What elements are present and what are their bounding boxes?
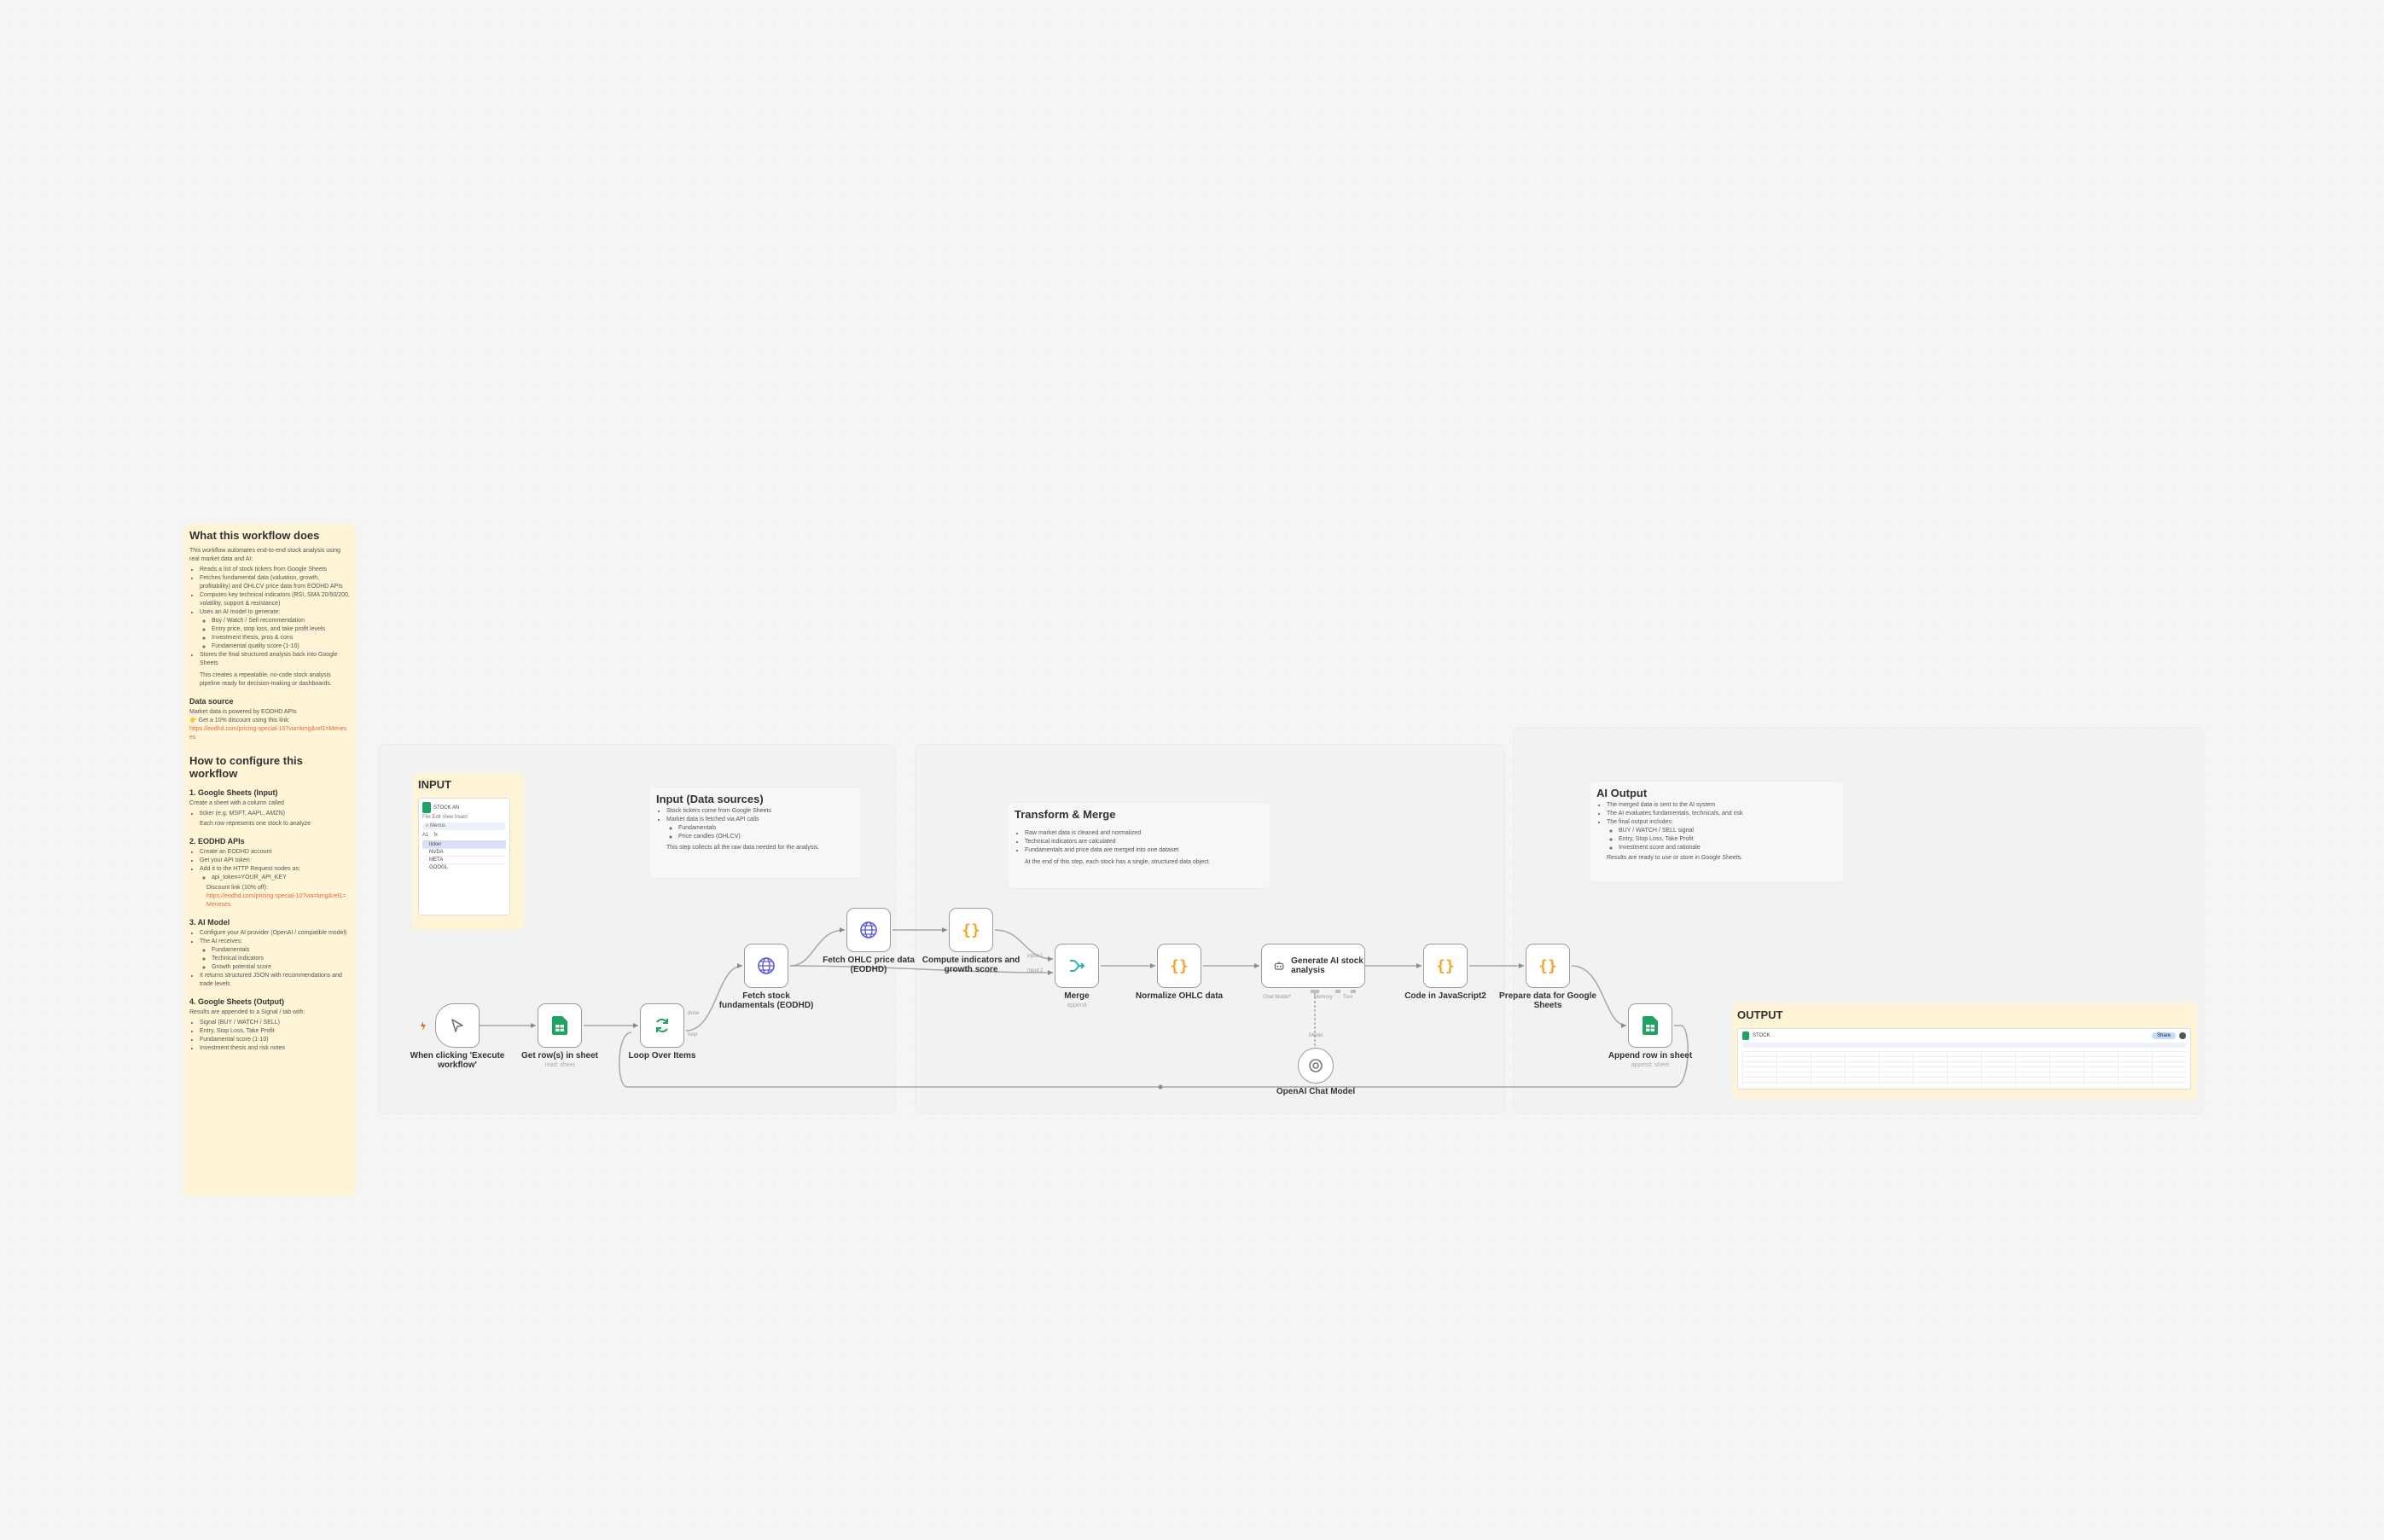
trigger-node-label: When clicking 'Execute workflow' bbox=[410, 1051, 505, 1070]
trigger-bolt-icon bbox=[421, 1021, 426, 1031]
refresh-icon bbox=[656, 1019, 668, 1032]
globe-icon bbox=[758, 957, 775, 974]
normalize-ohlc-node[interactable]: {} bbox=[1157, 944, 1201, 988]
arrow-head bbox=[531, 1023, 536, 1028]
loop-node-label: Loop Over Items bbox=[628, 1051, 696, 1061]
agent-port-chat-model: Chat Model* bbox=[1263, 995, 1292, 1000]
code-javascript-node[interactable]: {} bbox=[1423, 944, 1468, 988]
get-rows-node-subtitle: read: sheet bbox=[544, 1062, 575, 1068]
agent-port-tool: Tool bbox=[1343, 995, 1353, 1000]
edge-append-loop-back bbox=[619, 1025, 1689, 1088]
google-sheets-icon bbox=[1643, 1016, 1658, 1035]
code-braces-icon: {} bbox=[1170, 956, 1189, 975]
merge-icon bbox=[1070, 960, 1085, 972]
sub-port bbox=[1311, 990, 1319, 993]
prepare-data-node[interactable]: {} bbox=[1526, 944, 1570, 988]
arrow-head bbox=[1048, 956, 1053, 962]
openai-port-model: Model bbox=[1309, 1033, 1323, 1038]
merge-node-subtitle: append bbox=[1067, 1002, 1087, 1008]
code-braces-icon: {} bbox=[1436, 956, 1455, 975]
trigger-node[interactable] bbox=[435, 1003, 480, 1048]
google-sheets-icon bbox=[552, 1016, 567, 1035]
get-rows-node-label: Get row(s) in sheet bbox=[520, 1051, 598, 1061]
fetch-fundamentals-node-label: Fetch stock fundamentals (EODHD) bbox=[718, 991, 814, 1010]
generate-ai-analysis-node-label: Generate AI stock analysis bbox=[1291, 956, 1364, 975]
loop-port-loop: loop bbox=[688, 1032, 698, 1037]
merge-port-input2: Input 2 bbox=[1027, 968, 1044, 973]
loop-port-done: done bbox=[688, 1011, 700, 1016]
edge-midpoint bbox=[1158, 1084, 1163, 1090]
arrow-head bbox=[1254, 963, 1259, 968]
fetch-ohlc-node[interactable] bbox=[846, 908, 891, 952]
code-braces-icon: {} bbox=[962, 921, 980, 939]
arrow-head bbox=[1150, 963, 1155, 968]
arrow-head bbox=[1416, 963, 1422, 968]
prepare-data-node-label: Prepare data for Google Sheets bbox=[1499, 991, 1596, 1010]
fetch-fundamentals-node[interactable] bbox=[744, 944, 788, 988]
merge-port-input1: Input 1 bbox=[1027, 954, 1044, 959]
sub-port bbox=[1335, 990, 1340, 993]
robot-icon bbox=[1274, 962, 1284, 970]
get-rows-node[interactable] bbox=[538, 1003, 582, 1048]
arrow-head bbox=[1048, 970, 1053, 975]
openai-icon bbox=[1309, 1059, 1323, 1072]
arrow-head bbox=[840, 927, 845, 933]
compute-indicators-node[interactable]: {} bbox=[949, 908, 993, 952]
compute-indicators-node-label: Compute indicators and growth score bbox=[922, 956, 1020, 974]
agent-port-memory: Memory bbox=[1314, 995, 1333, 1000]
arrow-head bbox=[1621, 1023, 1626, 1028]
arrow-head bbox=[942, 927, 947, 933]
merge-node[interactable] bbox=[1055, 944, 1099, 988]
arrow-head bbox=[633, 1023, 638, 1028]
openai-chat-model-node-label: OpenAI Chat Model bbox=[1276, 1087, 1356, 1096]
cursor-click-icon bbox=[451, 1019, 463, 1032]
arrow-head bbox=[737, 963, 742, 968]
connections bbox=[421, 927, 1689, 1090]
edge-compute-merge bbox=[994, 929, 1054, 960]
merge-node-label: Merge bbox=[1064, 991, 1090, 1001]
append-row-node-label: Append row in sheet bbox=[1608, 1051, 1693, 1061]
fetch-ohlc-node-label: Fetch OHLC price data (EODHD) bbox=[823, 956, 915, 974]
append-row-node[interactable] bbox=[1628, 1003, 1672, 1048]
normalize-ohlc-node-label: Normalize OHLC data bbox=[1135, 991, 1224, 1001]
sub-port bbox=[1351, 990, 1356, 993]
code-braces-icon: {} bbox=[1538, 956, 1557, 975]
generate-ai-analysis-node[interactable]: Generate AI stock analysis bbox=[1261, 944, 1365, 988]
openai-chat-model-node[interactable] bbox=[1298, 1048, 1334, 1084]
loop-node[interactable] bbox=[640, 1003, 684, 1048]
code-javascript-node-label: Code in JavaScript2 bbox=[1404, 991, 1486, 1001]
globe-icon bbox=[860, 921, 877, 939]
arrow-head bbox=[1519, 963, 1524, 968]
append-row-node-subtitle: append: sheet bbox=[1631, 1062, 1670, 1068]
